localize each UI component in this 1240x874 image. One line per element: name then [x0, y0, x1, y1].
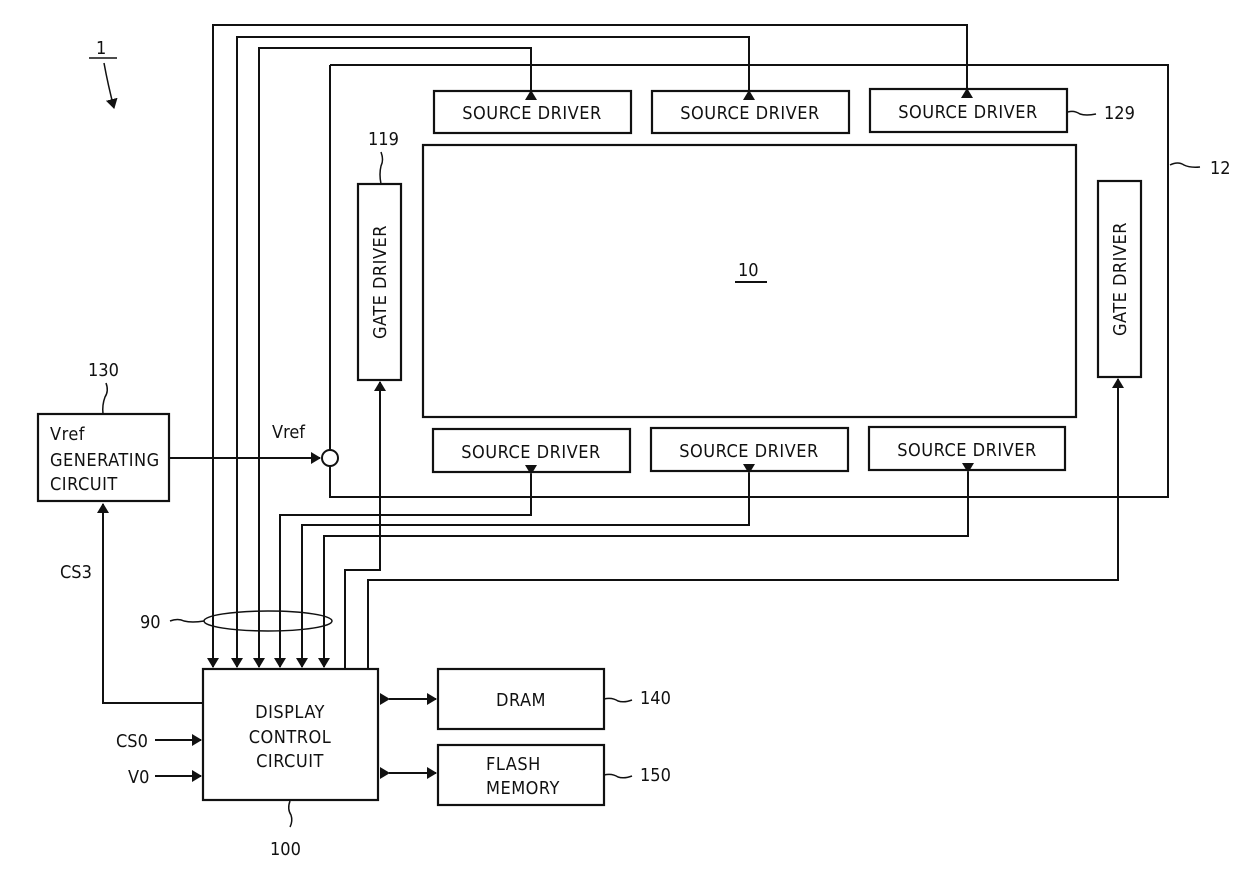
bus-line-bottom-1 — [274, 465, 537, 668]
vref-label: Vref — [272, 422, 306, 443]
vref-generating-circuit: Vref GENERATING CIRCUIT — [36, 412, 171, 503]
svg-text:SOURCE DRIVER: SOURCE DRIVER — [898, 102, 1037, 123]
figure-ref-1: 1 — [89, 38, 118, 109]
flash-ref: 150 — [603, 765, 671, 786]
dram: DRAM — [436, 667, 606, 731]
svg-text:Vref: Vref — [50, 424, 86, 445]
cs3-label: CS3 — [60, 562, 92, 583]
gate-driver-left: GATE DRIVER — [356, 182, 403, 382]
svg-text:MEMORY: MEMORY — [486, 778, 560, 799]
svg-text:GATE DRIVER: GATE DRIVER — [1110, 222, 1131, 336]
svg-text:SOURCE DRIVER: SOURCE DRIVER — [461, 442, 600, 463]
vref-circuit-ref: 130 — [88, 360, 119, 415]
svg-text:100: 100 — [270, 839, 301, 860]
svg-text:GATE DRIVER: GATE DRIVER — [370, 225, 391, 339]
svg-text:10: 10 — [738, 260, 759, 281]
gate-driver-right: GATE DRIVER — [1096, 179, 1143, 379]
svg-text:FLASH: FLASH — [486, 754, 541, 775]
svg-text:SOURCE DRIVER: SOURCE DRIVER — [679, 441, 818, 462]
svg-text:DRAM: DRAM — [496, 690, 546, 711]
bus-bundle-ref: 90 — [140, 612, 205, 633]
display-control-circuit: DISPLAY CONTROL CIRCUIT — [201, 667, 380, 802]
svg-text:DISPLAY: DISPLAY — [255, 702, 325, 723]
svg-text:SOURCE DRIVER: SOURCE DRIVER — [680, 103, 819, 124]
source-driver-bottom-2: SOURCE DRIVER — [649, 426, 850, 473]
cs0-label: CS0 — [116, 731, 148, 752]
source-driver-top-1: SOURCE DRIVER — [432, 89, 633, 135]
panel-module-ref: 12 — [1169, 158, 1231, 179]
svg-text:CONTROL: CONTROL — [249, 727, 332, 748]
svg-text:140: 140 — [640, 688, 671, 709]
block-diagram: 1 12 10 SOURCE DRIVER SOURCE DRIVER SOUR… — [36, 24, 1231, 860]
bus-bundle — [203, 610, 333, 632]
svg-text:CIRCUIT: CIRCUIT — [256, 751, 324, 772]
bus-line-bottom-3 — [318, 463, 974, 668]
vref-node — [321, 449, 339, 467]
svg-text:SOURCE DRIVER: SOURCE DRIVER — [897, 440, 1036, 461]
svg-text:GENERATING: GENERATING — [50, 450, 160, 471]
dram-ref: 140 — [603, 688, 671, 709]
v0-label: V0 — [128, 767, 149, 788]
cs3-line — [97, 503, 203, 704]
svg-text:CIRCUIT: CIRCUIT — [50, 474, 118, 495]
svg-text:130: 130 — [88, 360, 119, 381]
source-driver-bottom-1: SOURCE DRIVER — [431, 427, 632, 474]
svg-text:SOURCE DRIVER: SOURCE DRIVER — [462, 103, 601, 124]
svg-text:90: 90 — [140, 612, 161, 633]
display-control-ref: 100 — [270, 800, 301, 860]
source-driver-top-2: SOURCE DRIVER — [650, 89, 851, 135]
svg-text:129: 129 — [1104, 103, 1135, 124]
svg-text:12: 12 — [1210, 158, 1231, 179]
svg-text:119: 119 — [368, 129, 399, 150]
gate-driver-ref: 119 — [368, 129, 399, 185]
source-driver-top-3: SOURCE DRIVER — [868, 87, 1069, 134]
flash-memory: FLASH MEMORY — [436, 743, 606, 807]
svg-text:1: 1 — [96, 38, 106, 59]
source-driver-ref: 129 — [1067, 103, 1135, 124]
source-driver-bottom-3: SOURCE DRIVER — [867, 425, 1067, 472]
svg-text:150: 150 — [640, 765, 671, 786]
